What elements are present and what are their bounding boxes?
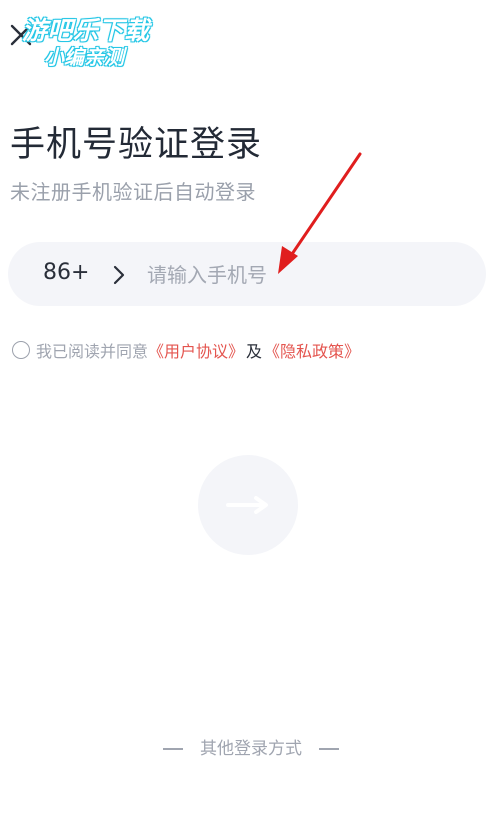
agreement-conjunction: 及 [246, 342, 263, 361]
annotation-arrow-icon [278, 152, 362, 274]
divider-right [319, 748, 340, 750]
page-subtitle: 未注册手机验证后自动登录 [10, 180, 256, 204]
agree-radio[interactable] [12, 341, 30, 359]
divider-left [162, 748, 183, 750]
chevron-right-icon[interactable] [112, 264, 126, 286]
watermark: 游吧乐下载 小编亲测 [14, 8, 154, 69]
phone-field: 86+ [8, 242, 486, 306]
watermark-line2: 小编亲测 [44, 45, 124, 69]
arrow-right-icon [226, 496, 268, 514]
submit-button[interactable] [198, 455, 298, 555]
page-title: 手机号验证登录 [10, 125, 263, 165]
agreement-row: 我已阅读并同意 《用户协议》 及 《隐私政策》 [12, 339, 360, 361]
other-login-section[interactable]: 其他登录方式 [0, 734, 502, 759]
country-code-selector[interactable]: 86+ [43, 260, 89, 285]
privacy-policy-link[interactable]: 《隐私政策》 [264, 338, 360, 362]
other-login-label: 其他登录方式 [200, 739, 302, 759]
user-agreement-link[interactable]: 《用户协议》 [148, 338, 244, 362]
agreement-prefix: 我已阅读并同意 [36, 342, 149, 361]
